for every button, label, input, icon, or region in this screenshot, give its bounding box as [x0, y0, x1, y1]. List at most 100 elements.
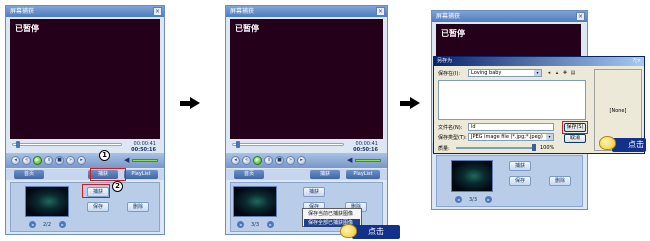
filetype-combo[interactable]: JPEG image file (*.jpg;*.jpeg) ▾: [468, 133, 554, 141]
save-in-value: Loving baby: [471, 70, 502, 76]
callout-label: 点击: [368, 227, 384, 236]
capture-menu-button[interactable]: 捕获: [310, 170, 340, 179]
seek-knob[interactable]: [16, 141, 20, 148]
quality-slider-knob[interactable]: [532, 144, 536, 151]
capture-button[interactable]: 捕获: [303, 187, 325, 197]
pointing-hand-icon: [599, 136, 616, 150]
dialog-cancel-button[interactable]: 取消: [564, 134, 586, 143]
back-icon[interactable]: ◂: [546, 70, 552, 76]
page-prev-icon[interactable]: ◂: [237, 221, 244, 228]
volume-icon[interactable]: ◀: [124, 156, 129, 164]
close-icon[interactable]: ×: [153, 7, 162, 16]
highlight-box-save: [82, 184, 110, 198]
delete-button[interactable]: 删除: [549, 176, 571, 186]
highlight-box-capture: [90, 168, 126, 181]
captured-thumbnail[interactable]: [233, 186, 277, 217]
filename-value: ld: [471, 124, 476, 130]
page-next-icon[interactable]: ▸: [485, 196, 492, 203]
save-in-combo[interactable]: Loving baby ▾: [468, 69, 542, 77]
next-icon[interactable]: »: [66, 156, 75, 165]
stop-icon[interactable]: ■: [275, 156, 284, 165]
arrow-head: [410, 97, 420, 109]
pointing-hand-icon: [340, 224, 357, 238]
quality-value: 100%: [540, 145, 555, 151]
chevron-down-icon[interactable]: ▾: [546, 134, 553, 140]
thumbnail-panel: ◂ 3/3 ▸ 捕获 保存 删除: [436, 155, 583, 207]
click-callout: 点击: [612, 138, 646, 152]
pause-icon[interactable]: ॥: [44, 156, 53, 165]
time-readout: 00:00:41 00:50:16: [124, 141, 156, 153]
menu-item-save-current[interactable]: 保存当前已捕获图像: [304, 210, 360, 218]
control-bar: ◂ « ▸ ॥ ■ » ▸ ◀: [6, 153, 164, 168]
tabs-row: 首页 捕获 PlayList: [226, 169, 387, 180]
filename-label: 文件名(N):: [438, 125, 463, 131]
preview-text: [None]: [609, 108, 627, 114]
view-menu-icon[interactable]: ▤: [570, 70, 576, 76]
filetype-value: JPEG image file (*.jpg;*.jpeg): [471, 134, 543, 140]
quality-label: 质量:: [438, 146, 450, 152]
file-list[interactable]: [438, 80, 586, 120]
next-icon[interactable]: »: [286, 156, 295, 165]
thumb-page-number: 3/3: [469, 197, 478, 203]
captured-thumbnail[interactable]: [25, 186, 69, 217]
play-icon[interactable]: ▸: [33, 156, 42, 165]
folder-up-icon[interactable]: ▴: [554, 70, 560, 76]
dialog-title: 另存为: [434, 57, 644, 66]
page-prev-icon[interactable]: ◂: [29, 221, 36, 228]
video-area: 已暂停: [10, 19, 160, 139]
prev-icon[interactable]: «: [242, 156, 251, 165]
captured-thumbnail[interactable]: [451, 160, 493, 192]
page-prev-icon[interactable]: ◂: [455, 196, 462, 203]
arrow-right-icon: [400, 101, 410, 106]
highlight-box-dialog-save: [562, 121, 588, 134]
tab-home[interactable]: 首页: [234, 170, 264, 179]
paused-status: 已暂停: [235, 24, 259, 33]
stop-icon[interactable]: ■: [55, 156, 64, 165]
paused-status: 已暂停: [15, 24, 39, 33]
page-next-icon[interactable]: ▸: [59, 221, 66, 228]
save-button[interactable]: 保存: [509, 176, 531, 186]
callout-label: 点击: [628, 140, 644, 149]
save-button[interactable]: 保存: [87, 202, 109, 212]
window-title: 屏幕捕获: [6, 6, 164, 17]
tab-home[interactable]: 首页: [14, 170, 44, 179]
capture-window-2: 屏幕捕获 × 已暂停 00:00:41 00:50:16 ◂ « ▸ ॥ ■ »…: [225, 5, 388, 235]
page-next-icon[interactable]: ▸: [267, 221, 274, 228]
window-title: 屏幕捕获: [226, 6, 387, 17]
paused-status: 已暂停: [441, 29, 465, 38]
step-marker-1: 1: [99, 150, 110, 161]
volume-icon[interactable]: ◀: [347, 156, 352, 164]
seek-knob[interactable]: [236, 141, 240, 148]
forward-icon[interactable]: ▸: [297, 156, 306, 165]
step-marker-2: 2: [112, 181, 123, 192]
volume-slider[interactable]: [355, 159, 381, 162]
play-icon[interactable]: ▸: [253, 156, 262, 165]
window-title: 屏幕捕获: [432, 11, 587, 22]
tab-playlist[interactable]: PlayList: [124, 170, 158, 179]
arrow-head: [190, 97, 200, 109]
filetype-label: 保存类型(T):: [438, 135, 467, 141]
rewind-icon[interactable]: ◂: [231, 156, 240, 165]
video-area: 已暂停: [230, 19, 383, 139]
forward-icon[interactable]: ▸: [77, 156, 86, 165]
prev-icon[interactable]: «: [22, 156, 31, 165]
new-folder-icon[interactable]: ✚: [562, 70, 568, 76]
chevron-down-icon[interactable]: ▾: [534, 70, 541, 76]
rewind-icon[interactable]: ◂: [11, 156, 20, 165]
tab-playlist[interactable]: PlayList: [346, 170, 380, 179]
volume-slider[interactable]: [132, 159, 158, 162]
pause-icon[interactable]: ॥: [264, 156, 273, 165]
close-icon[interactable]: ×: [376, 7, 385, 16]
thumb-page-number: 3/3: [251, 222, 260, 228]
quality-slider[interactable]: [456, 147, 536, 149]
delete-button[interactable]: 删除: [127, 202, 149, 212]
filename-field[interactable]: ld: [468, 123, 554, 131]
capture-button[interactable]: 捕获: [509, 161, 531, 171]
time-readout: 00:00:41 00:50:16: [346, 141, 378, 153]
arrow-right-icon: [180, 101, 190, 106]
seek-bar[interactable]: [232, 143, 344, 146]
dialog-help-close-icons[interactable]: ?|×: [632, 58, 641, 64]
seek-bar[interactable]: [12, 143, 122, 146]
close-icon[interactable]: ×: [576, 12, 585, 21]
click-callout: 点击: [352, 225, 400, 239]
